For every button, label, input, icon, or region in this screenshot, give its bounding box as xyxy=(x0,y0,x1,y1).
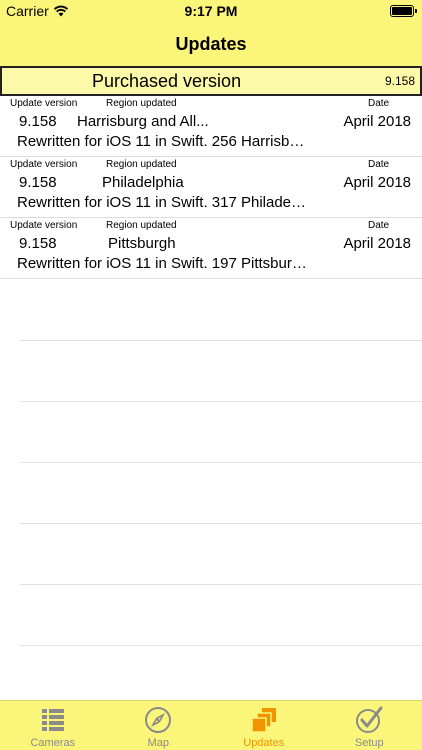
date-header: Date xyxy=(368,220,390,231)
row-region: Harrisburg and All... xyxy=(77,113,209,130)
tab-bar: Cameras Map Updates Setup xyxy=(0,700,422,750)
tab-map[interactable]: Map xyxy=(106,701,212,750)
purchased-version-value: 9.158 xyxy=(384,74,415,88)
row-version: 9.158 xyxy=(19,113,57,130)
row-version: 9.158 xyxy=(19,174,57,191)
tab-setup[interactable]: Setup xyxy=(317,701,422,750)
update-version-header: Update version xyxy=(10,220,78,231)
table-row[interactable]: Update version Region updated Date 9.158… xyxy=(0,157,422,218)
page-title: Updates xyxy=(175,34,247,54)
compass-icon xyxy=(145,707,172,733)
stacked-squares-icon xyxy=(251,708,276,733)
list-icon xyxy=(41,709,64,731)
empty-row-separator xyxy=(20,340,422,341)
empty-row-separator xyxy=(20,584,422,585)
row-region: Philadelphia xyxy=(102,174,184,191)
tab-cameras-label: Cameras xyxy=(30,737,76,749)
tab-setup-label: Setup xyxy=(354,737,384,749)
row-description: Rewritten for iOS 11 in Swift. 197 Pitts… xyxy=(17,255,309,272)
table-row[interactable]: Update version Region updated Date 9.158… xyxy=(0,96,422,157)
table-row[interactable]: Update version Region updated Date 9.158… xyxy=(0,218,422,279)
row-region: Pittsburgh xyxy=(108,235,176,252)
purchased-version-banner: Purchased version 9.158 xyxy=(0,66,422,96)
region-updated-header: Region updated xyxy=(106,220,177,231)
checkmark-circle-icon xyxy=(356,706,383,733)
region-updated-header: Region updated xyxy=(106,159,177,170)
update-version-header: Update version xyxy=(10,159,78,170)
empty-row-separator xyxy=(20,401,422,402)
empty-row-separator xyxy=(20,645,422,646)
date-header: Date xyxy=(368,159,390,170)
row-description: Rewritten for iOS 11 in Swift. 317 Phila… xyxy=(17,194,309,211)
row-date: April 2018 xyxy=(343,235,411,252)
update-version-header: Update version xyxy=(10,98,78,109)
empty-row-separator xyxy=(20,462,422,463)
region-updated-header: Region updated xyxy=(106,98,177,109)
tab-map-label: Map xyxy=(147,737,169,749)
row-date: April 2018 xyxy=(343,174,411,191)
row-date: April 2018 xyxy=(343,113,411,130)
status-time: 9:17 PM xyxy=(184,3,238,19)
battery-icon xyxy=(390,5,417,17)
purchased-version-label: Purchased version xyxy=(92,71,242,91)
tab-updates[interactable]: Updates xyxy=(211,701,317,750)
row-description: Rewritten for iOS 11 in Swift. 256 Harri… xyxy=(17,133,309,150)
status-bar: Carrier 9:17 PM xyxy=(0,0,422,22)
tab-cameras[interactable]: Cameras xyxy=(0,701,106,750)
date-header: Date xyxy=(368,98,390,109)
row-version: 9.158 xyxy=(19,235,57,252)
tab-updates-label: Updates xyxy=(243,737,285,749)
empty-row-separator xyxy=(20,523,422,524)
navigation-bar: Updates xyxy=(0,22,422,66)
